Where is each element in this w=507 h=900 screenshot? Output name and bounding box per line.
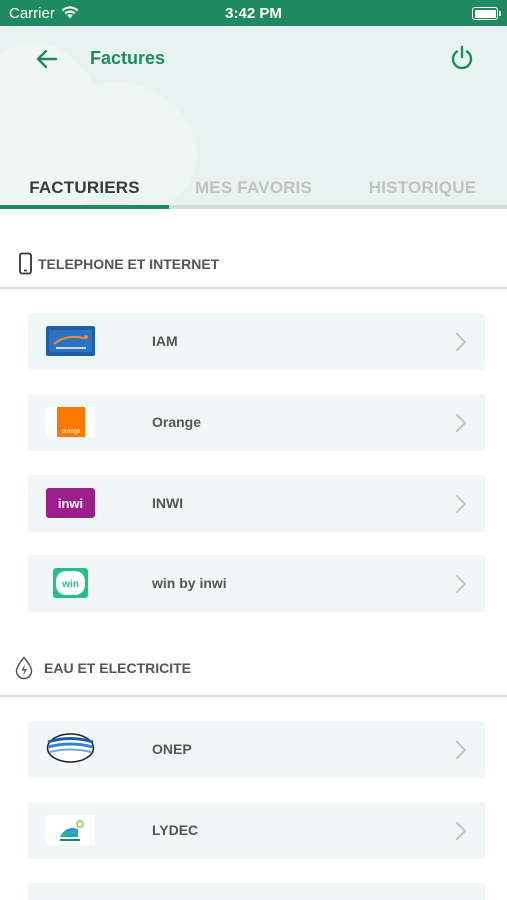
battery-icon [472,7,501,20]
win-logo: win [53,568,88,598]
biller-name: INWI [152,495,184,511]
biller-name: LYDEC [152,822,199,838]
status-time: 3:42 PM [225,5,282,22]
section-label: TELEPHONE ET INTERNET [38,256,220,272]
biller-orange[interactable]: orange Orange [28,394,485,451]
biller-onep[interactable]: ONEP [28,721,485,778]
chevron-right-icon [456,495,466,513]
biller-iam[interactable]: IAM [28,313,485,370]
arrow-left-icon[interactable] [34,46,60,72]
section-header-telephone: TELEPHONE ET INTERNET [0,238,507,288]
chevron-right-icon [456,575,466,593]
inwi-logo-text: inwi [58,496,83,511]
section-divider [0,695,507,697]
biller-name: win by inwi [152,575,227,591]
biller-next-partial[interactable] [28,883,485,900]
biller-name: IAM [152,333,178,349]
section-divider [0,287,507,289]
active-tab-indicator [0,205,169,209]
status-bar: Carrier 3:42 PM [0,0,507,26]
section-header-eau-electricite: EAU ET ELECTRICITE [0,642,507,692]
water-electricity-icon [15,656,33,680]
biller-inwi[interactable]: inwi INWI [28,475,485,532]
chevron-right-icon [456,414,466,432]
tab-underline [0,205,507,209]
tab-bar: FACTURIERS MES FAVORIS HISTORIQUE [0,170,507,210]
section-label: EAU ET ELECTRICITE [44,660,192,676]
biller-name: Orange [152,414,202,430]
iam-logo [46,326,95,356]
chevron-right-icon [456,741,466,759]
chevron-right-icon [456,333,466,351]
page-title: Factures [90,48,166,68]
biller-win-by-inwi[interactable]: win win by inwi [28,555,485,612]
lydec-logo [46,815,95,845]
win-logo-text: win [61,579,79,590]
smartphone-icon [19,252,32,275]
chevron-right-icon [456,822,466,840]
biller-name: ONEP [152,741,192,757]
orange-logo-text: orange [62,429,81,435]
onep-logo [46,733,95,763]
orange-logo: orange [46,407,95,437]
power-icon[interactable] [448,44,476,72]
inwi-logo: inwi [46,488,95,518]
biller-lydec[interactable]: LYDEC [28,802,485,859]
